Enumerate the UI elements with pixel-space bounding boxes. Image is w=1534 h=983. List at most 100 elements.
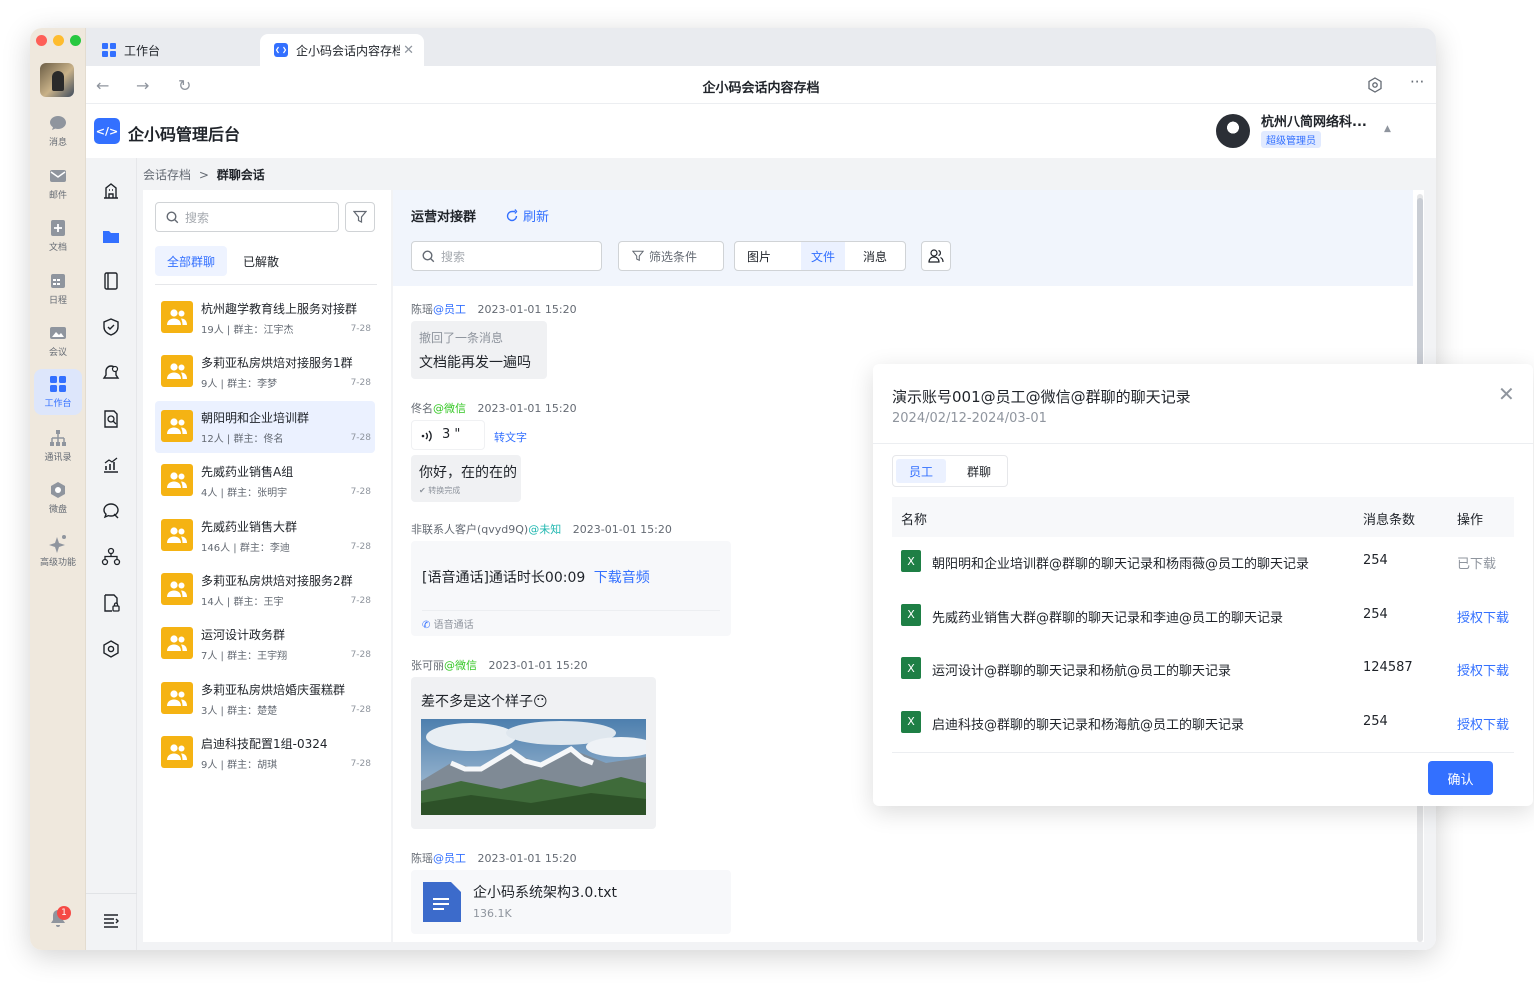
- tab-group-chat[interactable]: 群聊: [954, 459, 1004, 483]
- group-meta: 12人 | 群主：佟名: [201, 433, 284, 445]
- content-type-segment: 图片 文件 消息: [734, 241, 906, 271]
- divider: [86, 893, 137, 894]
- voice-message-bubble[interactable]: 3 ": [411, 420, 485, 450]
- settings-hexagon-icon[interactable]: [1367, 77, 1383, 93]
- tab-all-groups[interactable]: 全部群聊: [155, 246, 228, 276]
- more-icon[interactable]: ···: [1410, 73, 1424, 91]
- file-lock-icon[interactable]: [101, 593, 121, 613]
- minimize-window-button[interactable]: [53, 35, 64, 46]
- rail-item-drive[interactable]: 微盘: [34, 475, 82, 521]
- group-list-item[interactable]: 先威药业销售A组 4人 | 群主：张明宇 7-28: [155, 455, 375, 507]
- function-icon-bar: [86, 158, 137, 950]
- group-list-item[interactable]: 先威药业销售大群 146人 | 群主：李迪 7-28: [155, 510, 375, 562]
- member-filter-button[interactable]: [921, 241, 951, 271]
- group-filter-button[interactable]: [345, 202, 375, 232]
- search-icon: [422, 249, 435, 262]
- user-name[interactable]: 杭州八简网络科...: [1261, 111, 1367, 130]
- doc-icon: [51, 220, 65, 236]
- chart-growth-icon[interactable]: [101, 455, 121, 475]
- group-list-item[interactable]: 启迪科技配置1组-0324 9人 | 群主：胡琪 7-28: [155, 727, 375, 779]
- maximize-window-button[interactable]: [70, 35, 81, 46]
- rail-item-advanced[interactable]: 高级功能: [34, 528, 82, 574]
- group-list-item[interactable]: 多莉亚私房烘焙对接服务1群 9人 | 群主：李梦 7-28: [155, 346, 375, 398]
- org-structure-icon[interactable]: [101, 547, 121, 567]
- segment-files[interactable]: 文件: [801, 242, 846, 270]
- authorize-download-link[interactable]: 授权下载: [1457, 660, 1509, 679]
- tab-archive[interactable]: 企小码会话内容存档 ✕: [260, 34, 424, 66]
- chat-bubble-icon: [50, 116, 66, 130]
- user-avatar[interactable]: [1216, 114, 1250, 148]
- close-tab-icon[interactable]: ✕: [403, 43, 414, 58]
- filter-conditions-button[interactable]: 筛选条件: [618, 241, 724, 271]
- message-meta: 佟名@微信 2023-01-01 15:20: [411, 402, 577, 415]
- tab-workbench[interactable]: 工作台: [88, 34, 256, 66]
- group-list-panel: 搜索 全部群聊 已解散 杭州趣学教育线上服务对接群 19人 | 群主：江宇杰 7-2…: [143, 190, 391, 942]
- refresh-button[interactable]: 刷新: [505, 206, 549, 225]
- profile-avatar[interactable]: [40, 63, 74, 97]
- document-search-icon[interactable]: [101, 409, 121, 429]
- authorize-download-link[interactable]: 授权下载: [1457, 607, 1509, 626]
- confirm-button[interactable]: 确认: [1428, 761, 1493, 795]
- group-list-item[interactable]: 朝阳明和企业培训群 12人 | 群主：佟名 7-28: [155, 400, 375, 453]
- caret-up-icon[interactable]: ▲: [1384, 124, 1391, 134]
- message-meta: 非联系人客户(qvyd9Q)@未知 2023-01-01 15:20: [411, 523, 672, 536]
- group-list-item[interactable]: 多莉亚私房烘焙婚庆蛋糕群 3人 | 群主：楚楚 7-28: [155, 673, 375, 725]
- rail-item-workbench[interactable]: 工作台: [34, 369, 82, 415]
- group-date: 7-28: [350, 759, 371, 770]
- meeting-icon: [50, 327, 66, 339]
- group-avatar-icon: [161, 681, 193, 714]
- group-list-item[interactable]: 运河设计政务群 7人 | 群主：王宇翔 7-28: [155, 618, 375, 670]
- convert-to-text-link[interactable]: 转文字: [494, 429, 527, 445]
- dialog-date-range: 2024/02/12-2024/03-01: [892, 411, 1047, 426]
- authorize-download-link[interactable]: 授权下载: [1457, 714, 1509, 733]
- close-icon[interactable]: ✕: [1498, 382, 1515, 406]
- download-audio-link[interactable]: 下载音频: [594, 570, 650, 586]
- group-search-input[interactable]: 搜索: [155, 202, 339, 232]
- message-meta: 张可丽@微信 2023-01-01 15:20: [411, 659, 588, 672]
- close-window-button[interactable]: [36, 35, 47, 46]
- rail-item-meeting[interactable]: 会议: [34, 318, 82, 364]
- nav-bar: ← → ↻ 企小码会话内容存档 ···: [86, 66, 1436, 104]
- group-name: 启迪科技配置1组-0324: [201, 737, 328, 752]
- filter-icon: [632, 250, 644, 262]
- sparkle-icon: [49, 535, 66, 553]
- rail-item-calendar[interactable]: 日程: [34, 266, 82, 312]
- rail-item-contacts[interactable]: 通讯录: [34, 423, 82, 469]
- group-meta: 14人 | 群主：王宇: [201, 597, 284, 608]
- export-records-dialog: 演示账号001@员工@微信@群聊的聊天记录 2024/02/12-2024/03…: [873, 364, 1533, 806]
- group-meta: 9人 | 群主：胡琪: [201, 760, 278, 772]
- segment-images[interactable]: 图片: [737, 242, 781, 270]
- rail-item-mail[interactable]: 邮件: [34, 161, 82, 207]
- grid-icon: [50, 376, 66, 392]
- shield-check-icon[interactable]: [101, 317, 121, 337]
- group-list-item[interactable]: 杭州趣学教育线上服务对接群 19人 | 群主：江宇杰 7-28: [155, 292, 375, 344]
- collapse-menu-icon[interactable]: [101, 910, 121, 930]
- phone-icon: ✆: [422, 620, 431, 631]
- group-date: 7-28: [350, 324, 371, 334]
- notification-badge: 1: [57, 906, 71, 920]
- mountain-photo[interactable]: [421, 719, 646, 815]
- segment-messages[interactable]: 消息: [853, 242, 897, 270]
- building-icon[interactable]: [101, 180, 121, 200]
- tab-employee[interactable]: 员工: [896, 459, 947, 483]
- rail-item-messages[interactable]: 消息: [34, 108, 82, 154]
- divider: [873, 443, 1533, 444]
- cloud-disk-icon: [51, 482, 65, 498]
- book-icon[interactable]: [101, 271, 121, 291]
- breadcrumb-parent[interactable]: 会话存档: [143, 168, 191, 182]
- group-meta: 3人 | 群主：楚楚: [201, 705, 278, 717]
- group-avatar-icon: [161, 573, 193, 605]
- group-date: 7-28: [350, 541, 371, 552]
- rail-item-docs[interactable]: 文档: [34, 213, 82, 259]
- group-avatar-icon: [161, 627, 193, 660]
- file-message-card[interactable]: 企小码系统架构3.0.txt 136.1K: [411, 870, 731, 934]
- chat-search-input[interactable]: 搜索: [411, 241, 602, 271]
- settings-icon[interactable]: [101, 639, 121, 659]
- group-avatar-icon: [161, 409, 193, 442]
- chat-search-icon[interactable]: [101, 501, 121, 521]
- group-list-item[interactable]: 多莉亚私房烘焙对接服务2群 14人 | 群主：王宇 7-28: [155, 564, 375, 616]
- bell-clock-icon[interactable]: [101, 363, 121, 383]
- message-meta: 陈瑶@员工 2023-01-01 15:20: [411, 303, 577, 316]
- folder-icon[interactable]: [101, 226, 121, 246]
- tab-dissolved-groups[interactable]: 已解散: [231, 246, 291, 276]
